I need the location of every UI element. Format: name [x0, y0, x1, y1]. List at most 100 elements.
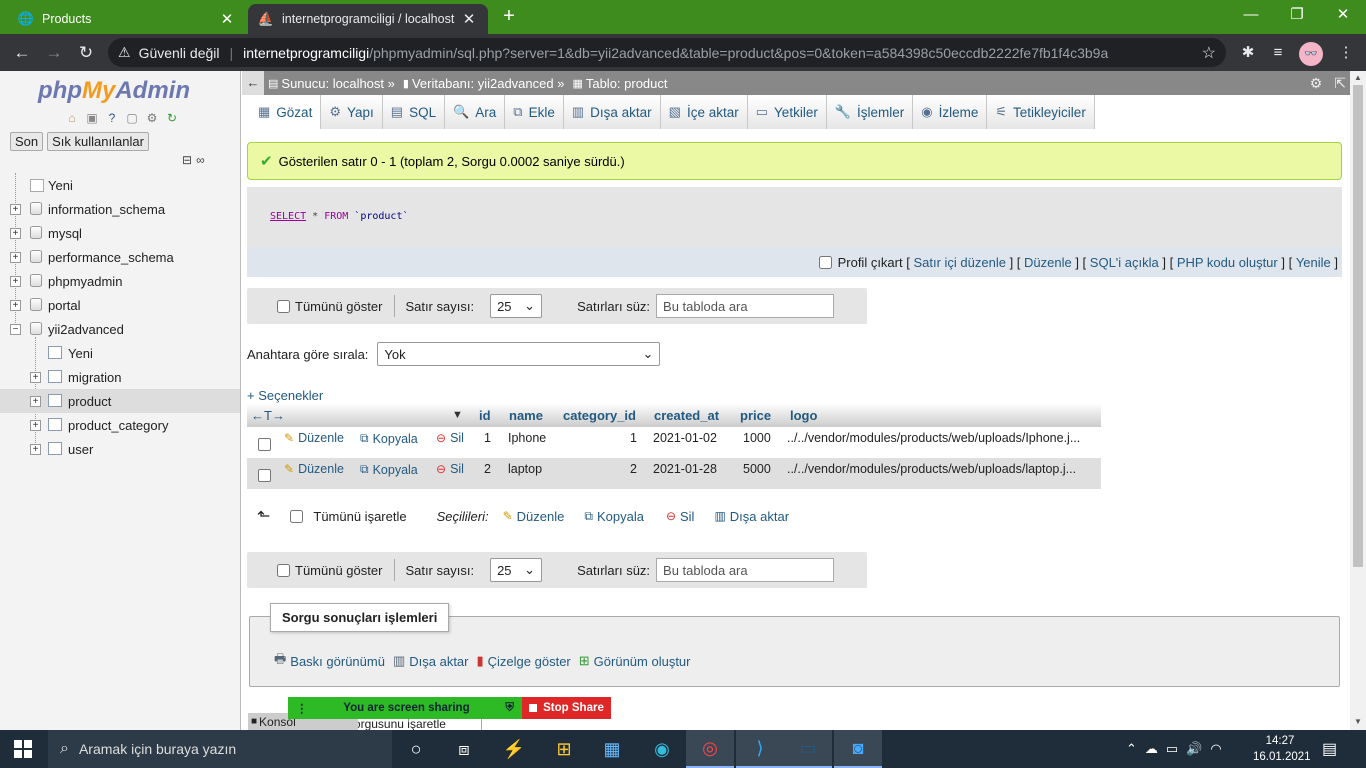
sort-down-icon[interactable]: ▼	[452, 409, 463, 421]
phpmyadmin-logo[interactable]: phpMyAdmin	[38, 77, 190, 105]
expand-icon[interactable]: +	[30, 444, 41, 455]
scroll-down-icon[interactable]: ▼	[1354, 717, 1362, 727]
tab-sql[interactable]: ▤ SQL	[382, 95, 446, 129]
cell-category-id[interactable]: 2	[630, 462, 637, 476]
expand-icon[interactable]: +	[10, 252, 21, 263]
minimize-button[interactable]: —	[1228, 0, 1274, 30]
sidebar-item-new[interactable]: Yeni	[0, 173, 240, 197]
options-toggle[interactable]: + Seçenekler	[247, 388, 323, 403]
collapse-top-icon[interactable]: ⇱	[1334, 75, 1346, 92]
task-view-icon[interactable]: ⧈	[440, 730, 488, 768]
sidebar-item-phpmyadmin[interactable]: + phpmyadmin	[0, 269, 240, 293]
file-explorer-icon[interactable]: ▦	[588, 730, 636, 768]
show-all-checkbox[interactable]	[277, 563, 290, 577]
collapse-all-icon[interactable]: ⊟	[182, 153, 192, 167]
notification-icon[interactable]: ▤	[1322, 739, 1337, 759]
collapse-sidebar-icon[interactable]: ←	[242, 71, 264, 95]
display-chart-link[interactable]: ▮ Çizelge göster	[477, 650, 571, 672]
chevron-up-icon[interactable]: ⌃	[1126, 741, 1137, 757]
column-header-logo[interactable]: logo	[790, 408, 817, 423]
tab-insert[interactable]: ⧉ Ekle	[505, 95, 564, 129]
settings-icon[interactable]: ⚙	[144, 110, 160, 126]
profile-avatar[interactable]: 👓	[1299, 42, 1323, 66]
show-all-checkbox[interactable]	[277, 299, 290, 313]
create-view-link[interactable]: ⊞ Görünüm oluştur	[579, 650, 691, 672]
row-checkbox[interactable]	[258, 469, 271, 482]
sidebar-item-yii2advanced[interactable]: − yii2advanced	[0, 317, 240, 341]
cell-logo[interactable]: ../../vendor/modules/products/web/upload…	[787, 462, 1076, 476]
tab-operations[interactable]: 🔧 İşlemler	[826, 95, 914, 129]
tab-products[interactable]: 🌐 Products ✕	[8, 4, 246, 34]
volume-icon[interactable]: 🔊	[1186, 741, 1202, 757]
cell-logo[interactable]: ../../vendor/modules/products/web/upload…	[787, 431, 1080, 445]
vscode-icon[interactable]: ⟩	[736, 730, 784, 768]
sql-keyword[interactable]: SELECT	[270, 211, 306, 222]
cell-name[interactable]: Iphone	[508, 431, 546, 445]
tab-import[interactable]: ▧ İçe aktar	[660, 95, 748, 129]
collapse-icon[interactable]: −	[10, 324, 21, 335]
windows-start-icon[interactable]	[14, 740, 32, 758]
bookmark-star-icon[interactable]: ☆	[1202, 43, 1216, 63]
chrome-icon[interactable]: ◎	[686, 730, 734, 768]
home-icon[interactable]: ⌂	[64, 110, 80, 126]
filter-input[interactable]: Bu tabloda ara	[656, 558, 835, 582]
row-delete-button[interactable]: ⊖ Sil	[436, 462, 464, 476]
filter-input[interactable]: Bu tabloda ara	[656, 294, 835, 318]
cell-id[interactable]: 1	[484, 431, 491, 445]
address-bar[interactable]: ⚠ Güvenli değil | internetprogramciligi …	[108, 38, 1226, 67]
store-icon[interactable]: ⊞	[540, 730, 588, 768]
cell-price[interactable]: 5000	[743, 462, 771, 476]
inline-edit-link[interactable]: Satır içi düzenle	[913, 255, 1006, 270]
show-all-toggle[interactable]: Tümünü göster	[277, 563, 382, 578]
breadcrumb-table[interactable]: ▦ Tablo: product	[572, 76, 667, 91]
expand-icon[interactable]: +	[10, 204, 21, 215]
stop-share-button[interactable]: Stop Share	[522, 697, 611, 719]
tab-favorites[interactable]: Sık kullanılanlar	[47, 132, 149, 151]
sidebar-item-new-table[interactable]: Yeni	[0, 341, 240, 365]
cell-created-at[interactable]: 2021-01-02	[653, 431, 717, 445]
column-arrows-icon[interactable]: ←T→	[251, 408, 285, 423]
close-tab-icon[interactable]: ✕	[460, 10, 478, 28]
profile-checkbox[interactable]	[818, 255, 832, 269]
tab-phpmyadmin[interactable]: ⛵ internetprogramciligi / localhost ✕	[248, 4, 488, 34]
tab-browse[interactable]: ▦ Gözat	[250, 95, 322, 129]
scroll-up-icon[interactable]: ▲	[1354, 73, 1362, 83]
tab-tracking[interactable]: ◉ İzleme	[913, 95, 988, 129]
column-header-id[interactable]: id	[479, 408, 491, 423]
tab-triggers[interactable]: ⚟ Tetikleyiciler	[987, 95, 1095, 129]
sidebar-item-performance-schema[interactable]: + performance_schema	[0, 245, 240, 269]
bulk-edit-button[interactable]: ✎ Düzenle	[503, 509, 565, 524]
rows-select[interactable]: 25 ⌄	[490, 558, 543, 582]
drag-handle-icon[interactable]: ⋮	[296, 701, 308, 715]
page-scrollbar[interactable]: ▲ ▼	[1350, 71, 1366, 730]
battery-icon[interactable]: ▭	[1166, 741, 1178, 757]
explain-link[interactable]: SQL'i açıkla	[1090, 255, 1159, 270]
back-arrow-icon[interactable]: ←	[8, 39, 36, 67]
tab-search[interactable]: 🔍 Ara	[445, 95, 506, 129]
row-delete-button[interactable]: ⊖ Sil	[436, 431, 464, 445]
zoom-icon[interactable]: ◙	[834, 730, 882, 768]
settings-gear-icon[interactable]: ⚙	[1310, 75, 1323, 92]
expand-icon[interactable]: +	[10, 228, 21, 239]
check-all-checkbox[interactable]	[290, 509, 304, 523]
bulk-export-button[interactable]: ▥ Dışa aktar	[714, 509, 789, 524]
tab-structure[interactable]: ⚙ Yapı	[321, 95, 383, 129]
extensions-puzzle-icon[interactable]: ✱	[1234, 39, 1262, 67]
show-all-toggle[interactable]: Tümünü göster	[277, 299, 382, 314]
taskbar-search[interactable]: ⌕ Aramak için buraya yazın	[48, 730, 392, 768]
column-header-created-at[interactable]: created_at	[654, 408, 719, 423]
row-copy-button[interactable]: ⧉ Kopyala	[360, 462, 418, 477]
bulk-delete-button[interactable]: ⊖ Sil	[666, 509, 695, 524]
sidebar-item-portal[interactable]: + portal	[0, 293, 240, 317]
check-all-label[interactable]: Tümünü işaretle	[313, 509, 406, 524]
refresh-icon[interactable]: ↻	[164, 110, 180, 126]
edge-icon[interactable]: ◉	[638, 730, 686, 768]
wifi-icon[interactable]: ◠	[1210, 741, 1221, 757]
maximize-button[interactable]: ❐	[1274, 0, 1320, 30]
tab-recent[interactable]: Son	[10, 132, 44, 151]
cell-id[interactable]: 2	[484, 462, 491, 476]
expand-icon[interactable]: +	[10, 300, 21, 311]
forward-arrow-icon[interactable]: →	[40, 39, 68, 67]
rows-select[interactable]: 25 ⌄	[490, 294, 543, 318]
help-icon[interactable]: ?	[104, 110, 120, 126]
